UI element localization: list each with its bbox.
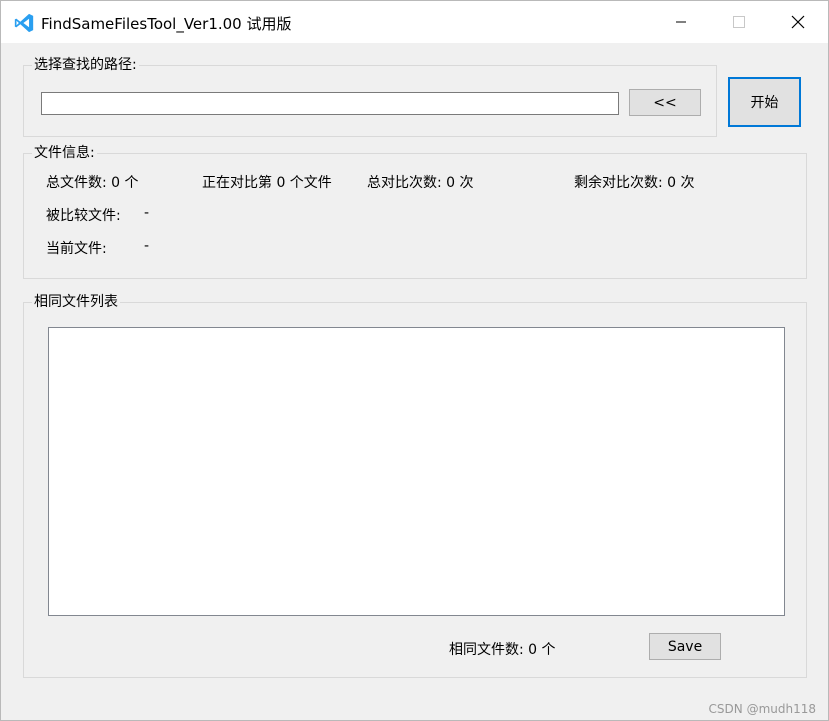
client-area: 选择查找的路径: << 开始 文件信息: 总文件数: 0 个 正在对比第 0 个… [1,43,828,720]
close-icon [791,15,805,29]
close-button[interactable] [768,1,828,43]
compared-file-value: - [144,205,150,221]
remaining-compare-label: 剩余对比次数: 0 次 [574,175,695,191]
path-input[interactable] [41,92,619,115]
same-files-groupbox: 相同文件列表 相同文件数: 0 个 Save [23,291,807,678]
app-window: FindSameFilesTool_Ver1.00 试用版 选择查找的路径: <… [0,0,829,721]
save-button[interactable]: Save [649,633,721,660]
path-groupbox: 选择查找的路径: << [23,54,717,137]
maximize-button [710,1,768,43]
maximize-icon [733,16,745,28]
total-compare-label: 总对比次数: 0 次 [367,175,474,191]
same-files-count-label: 相同文件数: 0 个 [449,642,556,658]
minimize-icon [676,21,686,23]
title-bar[interactable]: FindSameFilesTool_Ver1.00 试用版 [1,1,828,43]
minimize-button[interactable] [652,1,710,43]
watermark-text: CSDN @mudh118 [708,702,816,716]
current-file-value: - [144,238,150,254]
same-files-legend: 相同文件列表 [32,291,120,311]
same-files-list[interactable] [48,327,785,616]
file-info-legend: 文件信息: [32,142,97,162]
total-files-label: 总文件数: 0 个 [46,175,139,191]
path-group-legend: 选择查找的路径: [32,54,139,74]
browse-button[interactable]: << [629,89,701,116]
file-info-groupbox: 文件信息: 总文件数: 0 个 正在对比第 0 个文件 总对比次数: 0 次 剩… [23,142,807,279]
vscode-logo-icon [14,13,34,33]
compared-file-label: 被比较文件: [46,208,121,224]
window-title: FindSameFilesTool_Ver1.00 试用版 [41,15,292,33]
comparing-label: 正在对比第 0 个文件 [202,175,332,191]
start-button[interactable]: 开始 [728,77,801,127]
current-file-label: 当前文件: [46,241,107,257]
